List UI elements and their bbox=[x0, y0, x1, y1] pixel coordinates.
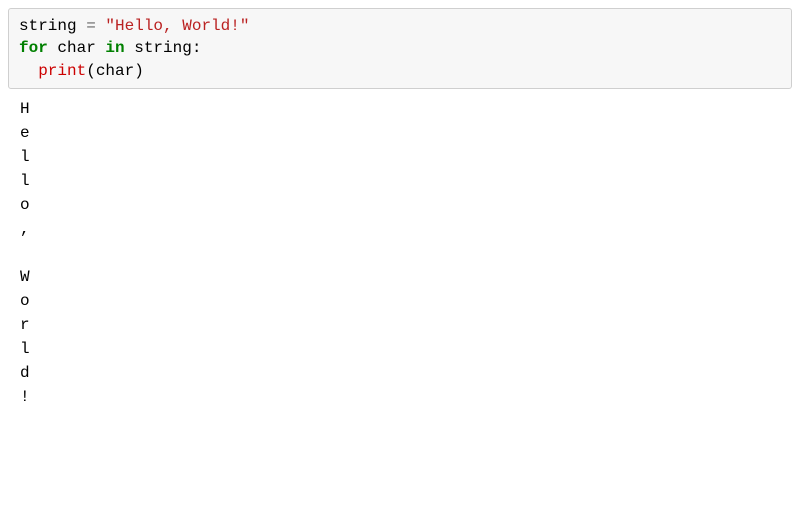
code-line-3: print(char) bbox=[19, 62, 144, 80]
output-line: W bbox=[20, 268, 30, 286]
variable-name: string bbox=[19, 17, 77, 35]
output-line: l bbox=[20, 340, 30, 358]
code-line-1: string = "Hello, World!" bbox=[19, 17, 249, 35]
output-cell: H e l l o , W o r l d ! bbox=[8, 89, 792, 409]
loop-variable: char bbox=[48, 39, 106, 57]
output-line: H bbox=[20, 100, 30, 118]
output-line: ! bbox=[20, 388, 30, 406]
iterable-name: string bbox=[125, 39, 192, 57]
output-line: e bbox=[20, 124, 30, 142]
call-args: (char) bbox=[86, 62, 144, 80]
output-line: o bbox=[20, 292, 30, 310]
colon: : bbox=[192, 39, 202, 57]
code-line-2: for char in string: bbox=[19, 39, 201, 57]
in-keyword: in bbox=[105, 39, 124, 57]
output-line: l bbox=[20, 148, 30, 166]
output-line: l bbox=[20, 172, 30, 190]
output-line: d bbox=[20, 364, 30, 382]
print-builtin: print bbox=[38, 62, 86, 80]
assign-operator: = bbox=[77, 17, 106, 35]
output-line: , bbox=[20, 220, 30, 238]
output-line: r bbox=[20, 316, 30, 334]
string-literal: "Hello, World!" bbox=[105, 17, 249, 35]
for-keyword: for bbox=[19, 39, 48, 57]
indent bbox=[19, 62, 38, 80]
code-input-cell: string = "Hello, World!" for char in str… bbox=[8, 8, 792, 89]
output-line: o bbox=[20, 196, 30, 214]
